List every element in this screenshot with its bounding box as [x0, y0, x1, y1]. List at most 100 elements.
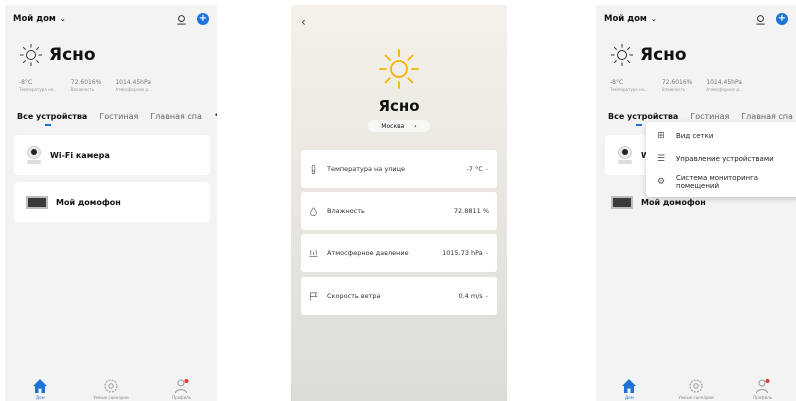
nav-scenes[interactable]: Умные сценарии	[81, 378, 141, 400]
nav-home[interactable]: Дом	[10, 378, 70, 400]
camera-icon	[26, 146, 42, 164]
pressure-icon	[309, 249, 318, 257]
humidity-label: Влажность	[70, 87, 95, 92]
grid-icon: ⊞	[657, 130, 665, 141]
smart-scenes-icon	[104, 379, 118, 393]
city-name: Москва	[381, 122, 405, 130]
weather-condition: Ясно	[640, 45, 687, 65]
camera-icon	[617, 146, 633, 164]
bottom-nav: Дом Умные сценарии Профиль	[5, 375, 217, 401]
row-value: 0.4 m/s	[458, 292, 483, 300]
weather-screen: ‹ Ясно Москва › Температура на улице -7 …	[291, 5, 507, 401]
profile-icon	[755, 379, 770, 394]
menu-item-manage-devices[interactable]: ☰ Управление устройствами	[646, 147, 796, 170]
chevron-down-icon: ⌄	[650, 15, 657, 23]
profile-icon	[174, 379, 189, 394]
tab-main-bedroom[interactable]: Главная спа	[150, 112, 202, 121]
options-dropdown: ⊞ Вид сетки ☰ Управление устройствами ⚙ …	[646, 122, 796, 197]
top-bar: Мой дом ⌄ +	[13, 11, 209, 27]
humidity-label: Влажность	[661, 87, 686, 92]
home-selector[interactable]: Мой дом ⌄	[13, 14, 66, 24]
tab-main-bedroom[interactable]: Главная спа	[741, 112, 793, 121]
scan-icon[interactable]	[176, 14, 187, 25]
weather-row-temperature[interactable]: Температура на улице -7 °C ⌄	[301, 150, 497, 188]
home-selector[interactable]: Мой дом ⌄	[604, 14, 657, 24]
nav-home[interactable]: Дом	[599, 378, 659, 400]
row-label: Влажность	[327, 207, 365, 215]
nav-profile[interactable]: Профиль	[152, 378, 212, 400]
nav-scenes-label: Умные сценарии	[93, 395, 129, 400]
nav-scenes-label: Умные сценарии	[678, 395, 714, 400]
temperature-label: Температура на...	[610, 87, 648, 92]
bottom-nav: Дом Умные сценарии Профиль	[596, 375, 796, 401]
flag-icon	[309, 291, 318, 301]
device-card-camera[interactable]: Wi-Fi камера	[14, 135, 210, 175]
home-icon	[622, 379, 637, 393]
row-value: 72.8811 %	[453, 207, 489, 215]
nav-scenes[interactable]: Умные сценарии	[666, 378, 726, 400]
droplet-icon	[310, 206, 317, 216]
back-button[interactable]: ‹	[301, 15, 306, 29]
settings-icon: ⚙	[656, 176, 666, 187]
row-label: Температура на улице	[327, 165, 405, 173]
chevron-down-icon: ⌄	[484, 166, 489, 172]
row-label: Скорость ветра	[327, 292, 381, 300]
weather-stats: -8°C Температура на... 72.6016% Влажность …	[19, 79, 152, 92]
sun-icon	[379, 49, 419, 89]
pressure-value: 1014.45hPa	[115, 79, 151, 86]
temperature-value: -8°C	[610, 79, 624, 86]
home-name: Мой дом	[13, 14, 56, 24]
weather-row-humidity[interactable]: Влажность 72.8811 %	[301, 192, 497, 230]
menu-item-label: Управление устройствами	[676, 154, 774, 163]
nav-home-label: Дом	[625, 395, 634, 400]
more-icon[interactable]: •••	[214, 111, 217, 121]
add-device-button[interactable]: +	[776, 13, 788, 25]
smart-scenes-icon	[689, 379, 703, 393]
home-menu-screen: Мой дом ⌄ + Ясно -8°C Температура на... 7…	[596, 5, 796, 401]
weather-summary[interactable]: Ясно	[19, 43, 96, 67]
thermometer-icon	[311, 164, 316, 174]
weather-row-pressure[interactable]: Атмосферное давление 1015.73 hPa ⌄	[301, 234, 497, 272]
list-icon: ☰	[656, 153, 666, 164]
row-value: 1015.73 hPa	[442, 249, 483, 257]
tab-all-devices[interactable]: Все устройства	[608, 112, 678, 126]
humidity-value: 72.6016%	[70, 79, 102, 86]
nav-profile-label: Профиль	[753, 395, 773, 400]
add-device-button[interactable]: +	[197, 13, 209, 25]
pressure-label: Атмосферное д...	[115, 87, 152, 92]
weather-summary[interactable]: Ясно	[610, 43, 687, 67]
weather-stats: -8°C Температура на... 72.6016% Влажность …	[610, 79, 743, 92]
temperature-label: Температура на...	[19, 87, 57, 92]
top-bar: Мой дом ⌄ +	[604, 11, 788, 27]
menu-item-grid-view[interactable]: ⊞ Вид сетки	[646, 124, 796, 147]
tab-living-room[interactable]: Гостиная	[99, 112, 138, 121]
menu-item-label: Вид сетки	[676, 131, 714, 140]
temperature-value: -8°C	[19, 79, 33, 86]
nav-profile[interactable]: Профиль	[733, 378, 793, 400]
pressure-value: 1014.45hPa	[706, 79, 742, 86]
tab-living-room[interactable]: Гостиная	[690, 112, 729, 121]
tab-all-devices[interactable]: Все устройства	[17, 112, 87, 126]
scan-icon[interactable]	[755, 14, 766, 25]
device-name: Мой домофон	[641, 197, 706, 207]
row-value: -7 °C	[466, 165, 483, 173]
city-selector[interactable]: Москва ›	[368, 120, 430, 132]
menu-item-room-monitoring[interactable]: ⚙ Система мониторинга помещений	[646, 170, 796, 193]
weather-condition: Ясно	[378, 97, 420, 115]
device-name: Мой домофон	[56, 197, 121, 207]
intercom-icon	[611, 195, 633, 209]
humidity-value: 72.6016%	[661, 79, 693, 86]
chevron-down-icon: ⌄	[59, 15, 66, 23]
room-tabs: Все устройства Гостиная Главная спа •••	[608, 111, 793, 126]
nav-profile-label: Профиль	[172, 395, 192, 400]
chevron-right-icon: ›	[414, 122, 417, 130]
home-icon	[33, 379, 48, 393]
room-tabs: Все устройства Гостиная Главная спа •••	[17, 111, 217, 126]
weather-row-wind[interactable]: Скорость ветра 0.4 m/s ⌄	[301, 277, 497, 315]
weather-condition: Ясно	[49, 45, 96, 65]
device-name: Wi-Fi камера	[50, 150, 110, 160]
chevron-down-icon: ⌄	[484, 250, 489, 256]
device-card-intercom[interactable]: Мой домофон	[14, 182, 210, 222]
chevron-down-icon: ⌄	[484, 293, 489, 299]
pressure-label: Атмосферное д...	[706, 87, 743, 92]
